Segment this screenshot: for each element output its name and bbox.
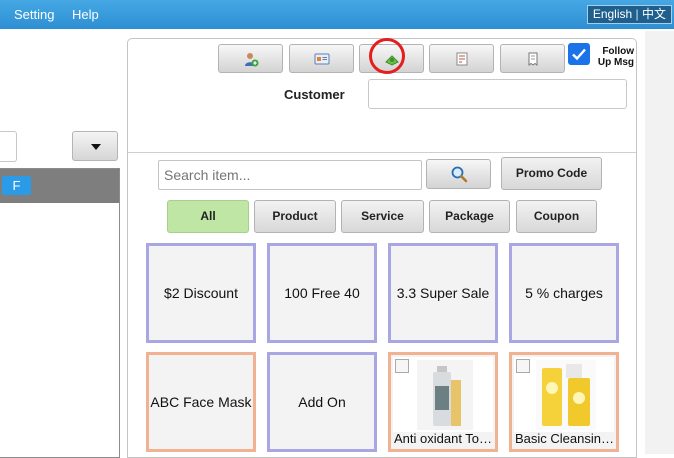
- menu-setting[interactable]: Setting: [14, 7, 54, 22]
- section-divider: [128, 152, 636, 153]
- left-select-input[interactable]: [0, 131, 17, 162]
- calculator-list-button[interactable]: [429, 44, 494, 73]
- item-tile[interactable]: 100 Free 40: [267, 243, 377, 343]
- product-tile[interactable]: Anti oxidant Toner: [388, 352, 498, 452]
- dropdown-button[interactable]: [72, 131, 118, 161]
- chevron-down-icon: [91, 144, 101, 150]
- left-panel: F: [0, 168, 120, 458]
- customer-card-icon: [314, 53, 330, 65]
- lang-separator: |: [635, 7, 639, 21]
- left-panel-header: F: [0, 169, 119, 203]
- item-tile[interactable]: 5 % charges: [509, 243, 619, 343]
- product-image: [393, 357, 493, 432]
- menu-help[interactable]: Help: [72, 7, 99, 22]
- tab-all[interactable]: All: [167, 200, 249, 233]
- checkmark-icon: [572, 48, 586, 61]
- search-icon: [451, 166, 468, 183]
- search-input[interactable]: [158, 160, 422, 190]
- product-name: Basic Cleansing Lotion: [515, 431, 615, 446]
- item-tile[interactable]: ABC Face Mask: [146, 352, 256, 452]
- item-tile[interactable]: 3.3 Super Sale: [388, 243, 498, 343]
- tab-coupon[interactable]: Coupon: [516, 200, 597, 233]
- highlight-circle: [369, 38, 405, 74]
- search-button[interactable]: [426, 159, 491, 189]
- toner-bottle-image: [417, 360, 473, 430]
- receipt-button[interactable]: [500, 44, 565, 73]
- product-name: Anti oxidant Toner: [394, 431, 494, 446]
- calculator-list-icon: [456, 52, 468, 66]
- add-customer-button[interactable]: [218, 44, 283, 73]
- product-tile[interactable]: Basic Cleansing Lotion: [509, 352, 619, 452]
- broken-image-icon: [395, 359, 409, 373]
- customer-input[interactable]: [368, 79, 627, 109]
- add-customer-icon: [245, 53, 259, 67]
- follow-up-label: Follow Up Msg: [597, 46, 634, 68]
- lang-english[interactable]: English: [593, 7, 632, 21]
- tab-product[interactable]: Product: [254, 200, 336, 233]
- product-image: [514, 357, 614, 432]
- tab-service[interactable]: Service: [341, 200, 424, 233]
- broken-image-icon: [516, 359, 530, 373]
- language-switcher: English | 中文: [586, 5, 672, 24]
- item-tile[interactable]: $2 Discount: [146, 243, 256, 343]
- promo-code-button[interactable]: Promo Code: [501, 157, 602, 190]
- lotion-tube-image: [536, 360, 596, 430]
- follow-up-checkbox[interactable]: [568, 43, 590, 65]
- lang-chinese[interactable]: 中文: [642, 7, 666, 21]
- customer-label: Customer: [284, 87, 345, 102]
- customer-card-button[interactable]: [289, 44, 354, 73]
- top-menu-bar: Setting Help English | 中文: [0, 0, 674, 29]
- right-strip: [645, 31, 674, 454]
- item-tile[interactable]: Add On: [267, 352, 377, 452]
- tab-package[interactable]: Package: [429, 200, 510, 233]
- f-badge[interactable]: F: [2, 176, 31, 195]
- receipt-icon: [528, 52, 538, 66]
